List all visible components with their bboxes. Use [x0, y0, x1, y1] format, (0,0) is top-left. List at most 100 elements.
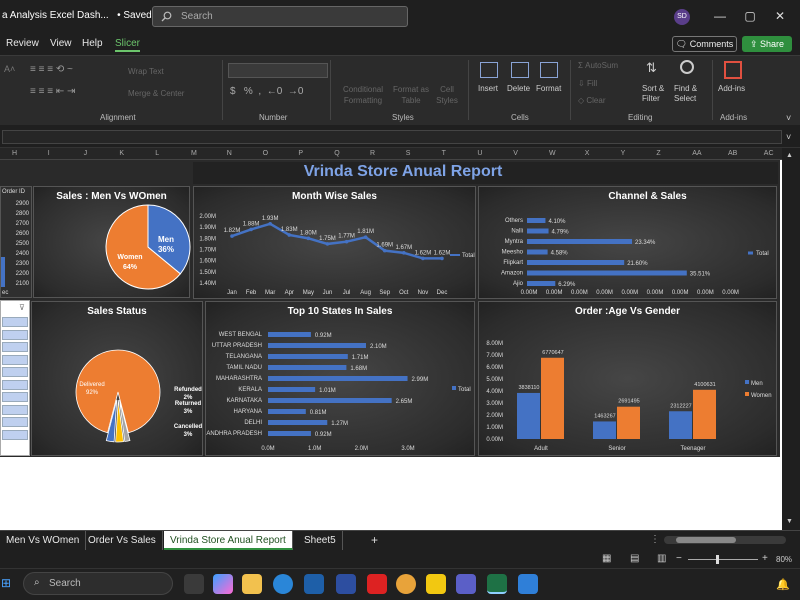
- column-header-z[interactable]: Z: [656, 150, 660, 157]
- delete-button[interactable]: Delete: [507, 84, 530, 93]
- slicer-item[interactable]: [2, 329, 28, 340]
- month-sales-panel[interactable]: Month Wise Sales 2.00M 1.90M 1.80M 1.70M 1.6…: [193, 186, 476, 299]
- horizontal-scrollbar[interactable]: [664, 536, 786, 544]
- sales-status-panel[interactable]: Sales Status Delivered 92% Refunded 2% R…: [31, 301, 203, 456]
- slicer-item[interactable]: [2, 404, 28, 415]
- minimize-button[interactable]: —: [712, 8, 728, 24]
- file-explorer-icon[interactable]: [242, 574, 262, 594]
- slicer-clear-filter-icon[interactable]: ⊽: [19, 303, 25, 312]
- channel-sales-panel[interactable]: Channel & Sales Others 4.10% Nalli 4.79% Myn…: [478, 186, 777, 299]
- currency-format-icon[interactable]: $ % , ←0 →0: [230, 86, 303, 97]
- number-format-select[interactable]: [228, 63, 328, 78]
- slicer-item[interactable]: [2, 367, 28, 377]
- task-view-icon[interactable]: [184, 574, 204, 594]
- scroll-up-icon[interactable]: ▲: [786, 152, 793, 159]
- column-header-k[interactable]: K: [119, 150, 124, 157]
- clear-button[interactable]: ◇ Clear: [578, 96, 606, 105]
- avatar[interactable]: SD: [674, 9, 690, 25]
- format-button[interactable]: Format: [536, 84, 561, 93]
- wrap-text-button[interactable]: Wrap Text: [128, 67, 164, 76]
- close-button[interactable]: ✕: [772, 8, 788, 24]
- column-header-l[interactable]: L: [155, 150, 159, 157]
- slicer-item[interactable]: [2, 392, 28, 402]
- column-header-x[interactable]: X: [585, 150, 590, 157]
- add-sheet-button[interactable]: +: [371, 533, 378, 547]
- vertical-scrollbar[interactable]: [782, 148, 800, 530]
- cell-styles-button[interactable]: Cell Styles: [432, 62, 462, 106]
- slicer-item[interactable]: [2, 342, 28, 352]
- more-options-icon[interactable]: ⋮: [650, 534, 660, 545]
- page-break-icon[interactable]: ▥: [657, 553, 666, 564]
- column-header-y[interactable]: Y: [621, 150, 626, 157]
- taskbar-search-input[interactable]: ⌕ Search: [23, 572, 173, 595]
- column-header-q[interactable]: Q: [334, 150, 339, 157]
- conditional-formatting-button[interactable]: Conditional Formatting: [338, 62, 388, 106]
- column-header-o[interactable]: O: [263, 150, 268, 157]
- slicer-item[interactable]: [2, 417, 28, 427]
- menu-slicer[interactable]: Slicer: [115, 38, 141, 52]
- sort-filter-button[interactable]: Sort & Filter: [642, 84, 672, 104]
- page-layout-icon[interactable]: ▤: [630, 553, 639, 564]
- horizontal-scrollbar-thumb[interactable]: [676, 537, 736, 543]
- insert-button[interactable]: Insert: [478, 84, 498, 93]
- ribbon-collapse-icon[interactable]: ˅: [786, 113, 791, 123]
- menu-view[interactable]: View: [50, 38, 72, 49]
- zoom-level[interactable]: 80%: [776, 555, 792, 564]
- column-header-n[interactable]: N: [227, 150, 232, 157]
- power-bi-icon[interactable]: [426, 574, 446, 594]
- menu-help[interactable]: Help: [82, 38, 103, 49]
- column-header-s[interactable]: S: [406, 150, 411, 157]
- column-header-ac[interactable]: AC: [764, 150, 774, 157]
- column-header-ab[interactable]: AB: [728, 150, 737, 157]
- slicer-item[interactable]: [2, 429, 28, 440]
- slicer-item[interactable]: [2, 379, 28, 390]
- column-header-r[interactable]: R: [370, 150, 375, 157]
- tab-men-vs-women[interactable]: Men Vs WOmen: [0, 531, 87, 550]
- align-top-icon[interactable]: ≡ ≡ ≡ ⟲ ~: [30, 64, 73, 75]
- menu-review[interactable]: Review: [6, 38, 39, 49]
- tab-vrinda-store-report[interactable]: Vrinda Store Anual Report: [164, 531, 293, 550]
- autosum-button[interactable]: Σ AutoSum: [578, 61, 618, 70]
- format-as-table-button[interactable]: Format as Table: [392, 62, 430, 106]
- column-header-m[interactable]: M: [191, 150, 197, 157]
- column-header-i[interactable]: I: [48, 150, 50, 157]
- slicer-item[interactable]: [2, 354, 28, 365]
- comments-button[interactable]: 🗨 Comments: [672, 36, 737, 52]
- app-icon[interactable]: [456, 574, 476, 594]
- notification-icon[interactable]: 🔔: [776, 578, 790, 591]
- windows-start-icon[interactable]: ⊞: [1, 576, 11, 590]
- excel-icon[interactable]: [487, 574, 507, 594]
- column-header-aa[interactable]: AA: [692, 150, 701, 157]
- column-header-v[interactable]: V: [513, 150, 518, 157]
- app-icon[interactable]: [518, 574, 538, 594]
- tab-sheet5[interactable]: Sheet5: [298, 531, 343, 550]
- search-input[interactable]: Search: [152, 6, 408, 27]
- column-header-h[interactable]: H: [12, 150, 17, 157]
- normal-view-icon[interactable]: ▦: [602, 553, 611, 564]
- slicer-panel[interactable]: ⊽: [0, 300, 30, 456]
- zoom-slider[interactable]: [688, 555, 758, 564]
- column-header-u[interactable]: U: [477, 150, 482, 157]
- store-icon[interactable]: [304, 574, 324, 594]
- column-header-j[interactable]: J: [84, 150, 88, 157]
- align-left-icon[interactable]: ≡ ≡ ≡ ⇤ ⇥: [30, 86, 75, 97]
- formula-input[interactable]: [2, 130, 782, 144]
- age-gender-panel[interactable]: Order :Age Vs Gender 8.00M 7.00M 6.00M 5.00…: [478, 301, 777, 456]
- copilot-icon[interactable]: [213, 574, 233, 594]
- merge-center-button[interactable]: Merge & Center: [128, 89, 184, 98]
- top-states-panel[interactable]: Top 10 States In Sales WEST BENGAL 0.92M U…: [205, 301, 475, 456]
- fill-button[interactable]: ⇩ Fill: [578, 79, 597, 88]
- column-header-w[interactable]: W: [549, 150, 556, 157]
- maximize-button[interactable]: ▢: [742, 8, 758, 24]
- slicer-item[interactable]: [2, 317, 28, 327]
- column-header-p[interactable]: P: [298, 150, 303, 157]
- scroll-down-icon[interactable]: ▼: [786, 518, 793, 525]
- share-button[interactable]: ⇪ Share: [742, 36, 792, 52]
- column-header-t[interactable]: T: [442, 150, 446, 157]
- gender-chart-panel[interactable]: Sales : Men Vs WOmen Men 36% Women 64%: [33, 186, 191, 298]
- find-select-button[interactable]: Find & Select: [674, 84, 706, 104]
- mcafee-icon[interactable]: [367, 574, 387, 594]
- add-ins-button[interactable]: Add-ins: [718, 84, 745, 93]
- app-icon[interactable]: [336, 574, 356, 594]
- formula-expand-icon[interactable]: ˅: [786, 132, 791, 142]
